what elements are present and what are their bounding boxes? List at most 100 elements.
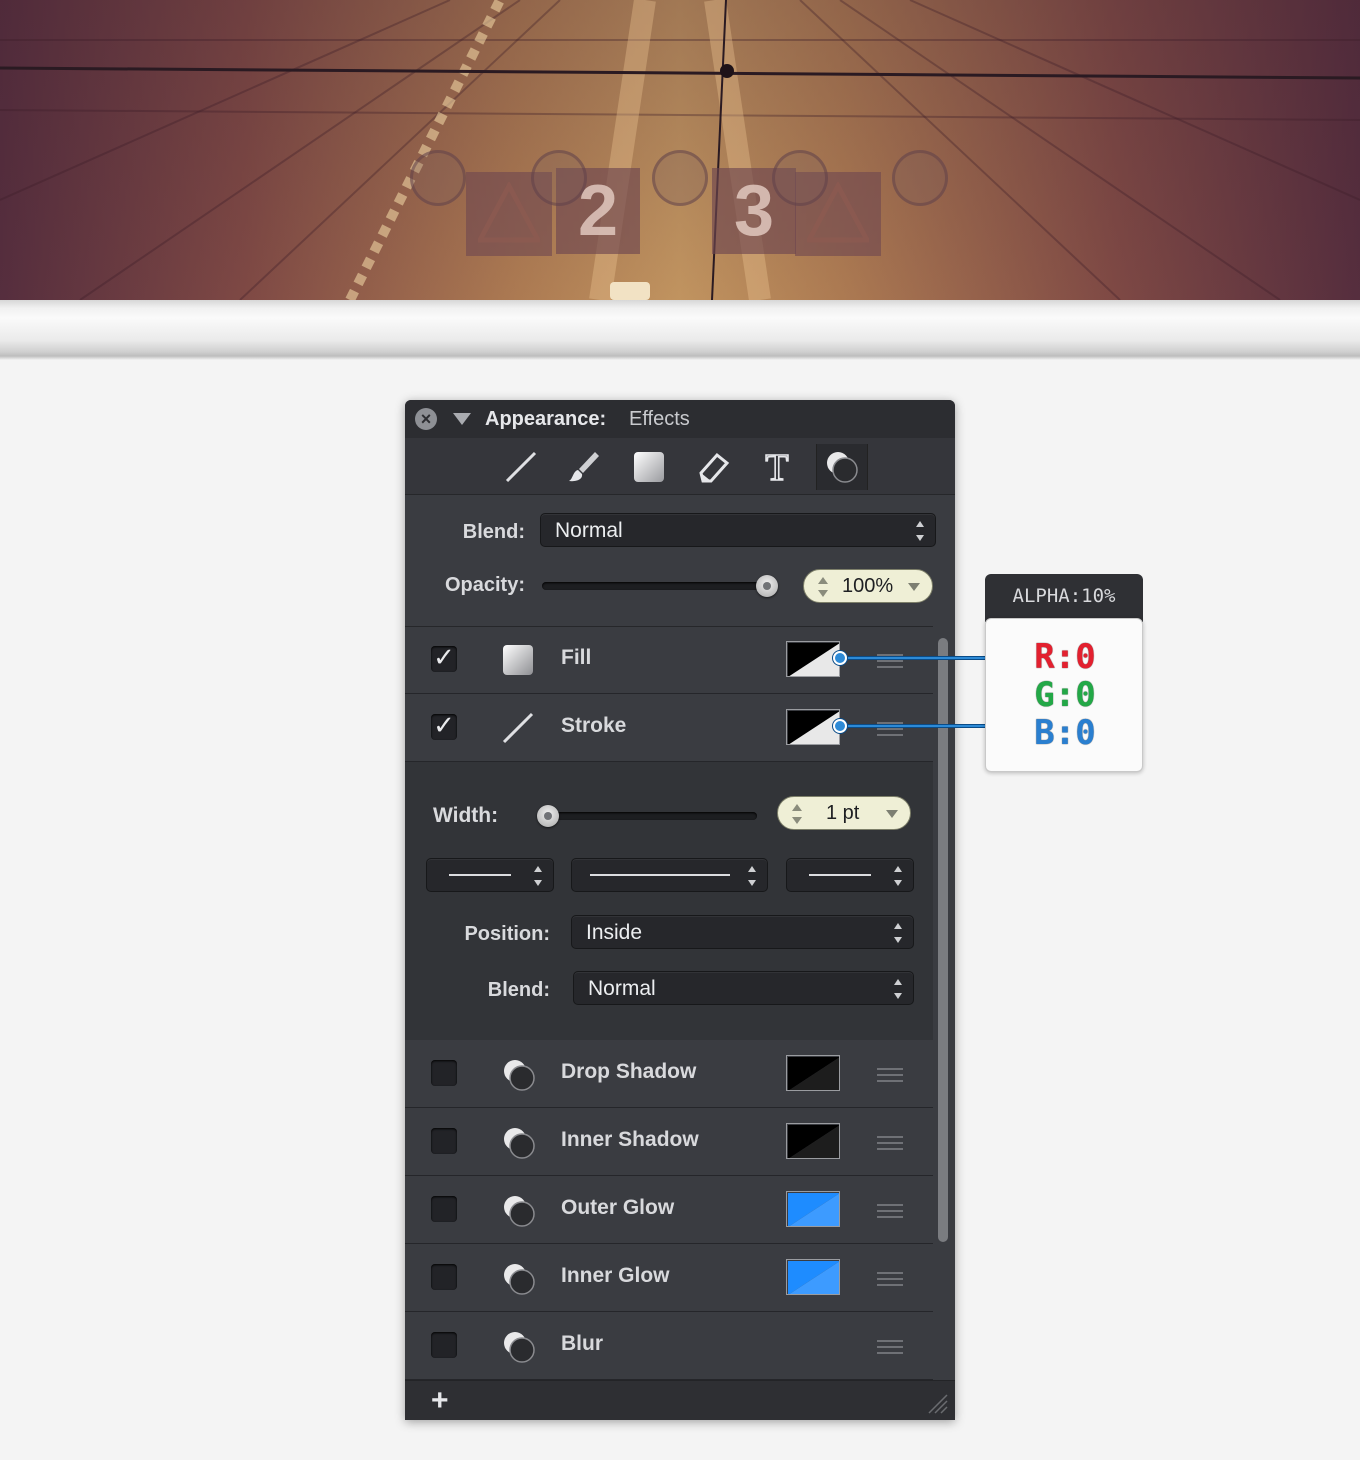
stroke-settings: Width: 1 pt Position: Inside Blend: Norm…: [405, 762, 933, 1040]
effects-icon: [504, 1332, 535, 1363]
updown-arrows-icon: [533, 866, 543, 886]
stroke-color-swatch[interactable]: [786, 709, 840, 745]
stroke-blend-label: Blend:: [487, 979, 550, 1001]
scrollbar-thumb[interactable]: [938, 638, 948, 1242]
effects-icon: [504, 1196, 535, 1227]
position-select-value: Inside: [586, 921, 643, 944]
drag-handle-icon[interactable]: [877, 1340, 903, 1354]
shape-tool-icon[interactable]: [624, 444, 674, 490]
stepper-arrows-icon[interactable]: [792, 804, 802, 824]
carousel-dot[interactable]: [531, 150, 587, 206]
fill-checkbox[interactable]: ✓: [431, 644, 457, 672]
updown-arrows-icon: [915, 521, 925, 541]
toolbar-band: [0, 300, 1360, 360]
width-slider-track[interactable]: [537, 812, 757, 820]
disclosure-triangle-icon[interactable]: [453, 413, 471, 425]
stroke-blend-select[interactable]: Normal: [573, 971, 914, 1005]
inner-shadow-color-swatch[interactable]: [786, 1123, 840, 1159]
carousel-dot[interactable]: [410, 150, 466, 206]
effect-row-inner-glow[interactable]: Inner Glow: [405, 1245, 933, 1312]
callout-rgb-body: R:0 G:0 B:0: [985, 618, 1143, 772]
stroke-row[interactable]: ✓ Stroke: [405, 695, 933, 762]
drop-shadow-color-swatch[interactable]: [786, 1055, 840, 1091]
line-style-icon: [449, 874, 511, 876]
eraser-tool-icon[interactable]: [688, 444, 738, 490]
blue-value: B:0: [1034, 713, 1096, 753]
carousel-dot[interactable]: [772, 150, 828, 206]
width-slider-knob[interactable]: [537, 805, 559, 827]
effects-icon: [504, 1264, 535, 1295]
drag-handle-icon[interactable]: [877, 1204, 903, 1218]
appearance-panel: × Appearance: Effects T Blend: Normal Op…: [405, 400, 955, 1420]
stroke-icon: [502, 712, 534, 744]
effect-row-inner-shadow[interactable]: Inner Shadow: [405, 1109, 933, 1176]
effect-label: Drop Shadow: [561, 1060, 697, 1083]
fill-row[interactable]: ✓ Fill: [405, 627, 933, 694]
callout-alpha-header: ALPHA:10%: [985, 574, 1143, 622]
fill-color-swatch[interactable]: [786, 641, 840, 677]
updown-arrows-icon: [747, 866, 757, 886]
brush-tool-icon[interactable]: [560, 444, 610, 490]
stepper-arrows-icon[interactable]: [818, 577, 828, 597]
stroke-checkbox[interactable]: ✓: [431, 712, 457, 740]
blend-select[interactable]: Normal: [540, 513, 936, 547]
carousel-dot[interactable]: [652, 150, 708, 206]
panel-titlebar: × Appearance: Effects: [405, 400, 955, 438]
opacity-slider-knob[interactable]: [756, 575, 778, 597]
effects-tool-icon[interactable]: [816, 444, 868, 490]
effect-row-blur[interactable]: Blur: [405, 1313, 933, 1380]
carousel-dot[interactable]: [892, 150, 948, 206]
inner-glow-color-swatch[interactable]: [786, 1259, 840, 1295]
dropdown-arrow-icon[interactable]: [908, 583, 920, 591]
panel-title-label: Appearance:: [485, 408, 607, 430]
drag-handle-icon[interactable]: [877, 1272, 903, 1286]
green-value: G:0: [1034, 675, 1096, 715]
width-stepper[interactable]: 1 pt: [777, 796, 911, 830]
drop-shadow-checkbox[interactable]: [431, 1060, 457, 1086]
line-style-icon: [590, 874, 730, 876]
outer-glow-checkbox[interactable]: [431, 1196, 457, 1222]
effect-row-drop-shadow[interactable]: Drop Shadow: [405, 1041, 933, 1108]
updown-arrows-icon: [893, 866, 903, 886]
width-value: 1 pt: [826, 802, 860, 824]
scrollbar[interactable]: [933, 626, 955, 1380]
fill-label: Fill: [561, 646, 592, 669]
callout-leader-dot: [833, 651, 847, 665]
callout-leader-line: [840, 724, 986, 728]
outer-glow-color-swatch[interactable]: [786, 1191, 840, 1227]
effect-label: Inner Shadow: [561, 1128, 699, 1151]
effect-label: Blur: [561, 1332, 603, 1355]
panel-title-value: Effects: [629, 408, 690, 430]
effect-row-outer-glow[interactable]: Outer Glow: [405, 1177, 933, 1244]
tool-tabs: T: [405, 438, 955, 495]
line-style-icon: [809, 874, 871, 876]
line-dash-select[interactable]: [571, 858, 768, 892]
stroke-label: Stroke: [561, 714, 627, 737]
width-label: Width:: [433, 804, 499, 827]
opacity-label: Opacity:: [444, 574, 525, 596]
header-photo: 2 3: [0, 0, 1360, 300]
callout-leader-dot: [833, 719, 847, 733]
resize-grip-icon[interactable]: [925, 1391, 949, 1415]
inner-glow-checkbox[interactable]: [431, 1264, 457, 1290]
line-tool-icon[interactable]: [496, 444, 546, 490]
text-tool-icon[interactable]: T: [752, 444, 802, 490]
blur-checkbox[interactable]: [431, 1332, 457, 1358]
add-effect-button[interactable]: +: [431, 1384, 449, 1418]
inner-shadow-checkbox[interactable]: [431, 1128, 457, 1154]
effect-label: Outer Glow: [561, 1196, 675, 1219]
blend-select-value: Normal: [555, 519, 623, 542]
callout-leader-line: [840, 656, 986, 660]
position-select[interactable]: Inside: [571, 915, 914, 949]
opacity-slider-track[interactable]: [542, 582, 778, 590]
drag-handle-icon[interactable]: [877, 1068, 903, 1082]
drag-handle-icon[interactable]: [877, 1136, 903, 1150]
dropdown-arrow-icon[interactable]: [886, 810, 898, 818]
line-end-select[interactable]: [786, 858, 914, 892]
opacity-value: 100%: [842, 575, 894, 597]
opacity-stepper[interactable]: 100%: [803, 569, 933, 603]
stroke-blend-select-value: Normal: [588, 977, 656, 1000]
close-icon[interactable]: ×: [415, 408, 437, 430]
panel-footer: +: [405, 1380, 955, 1420]
line-start-select[interactable]: [426, 858, 554, 892]
